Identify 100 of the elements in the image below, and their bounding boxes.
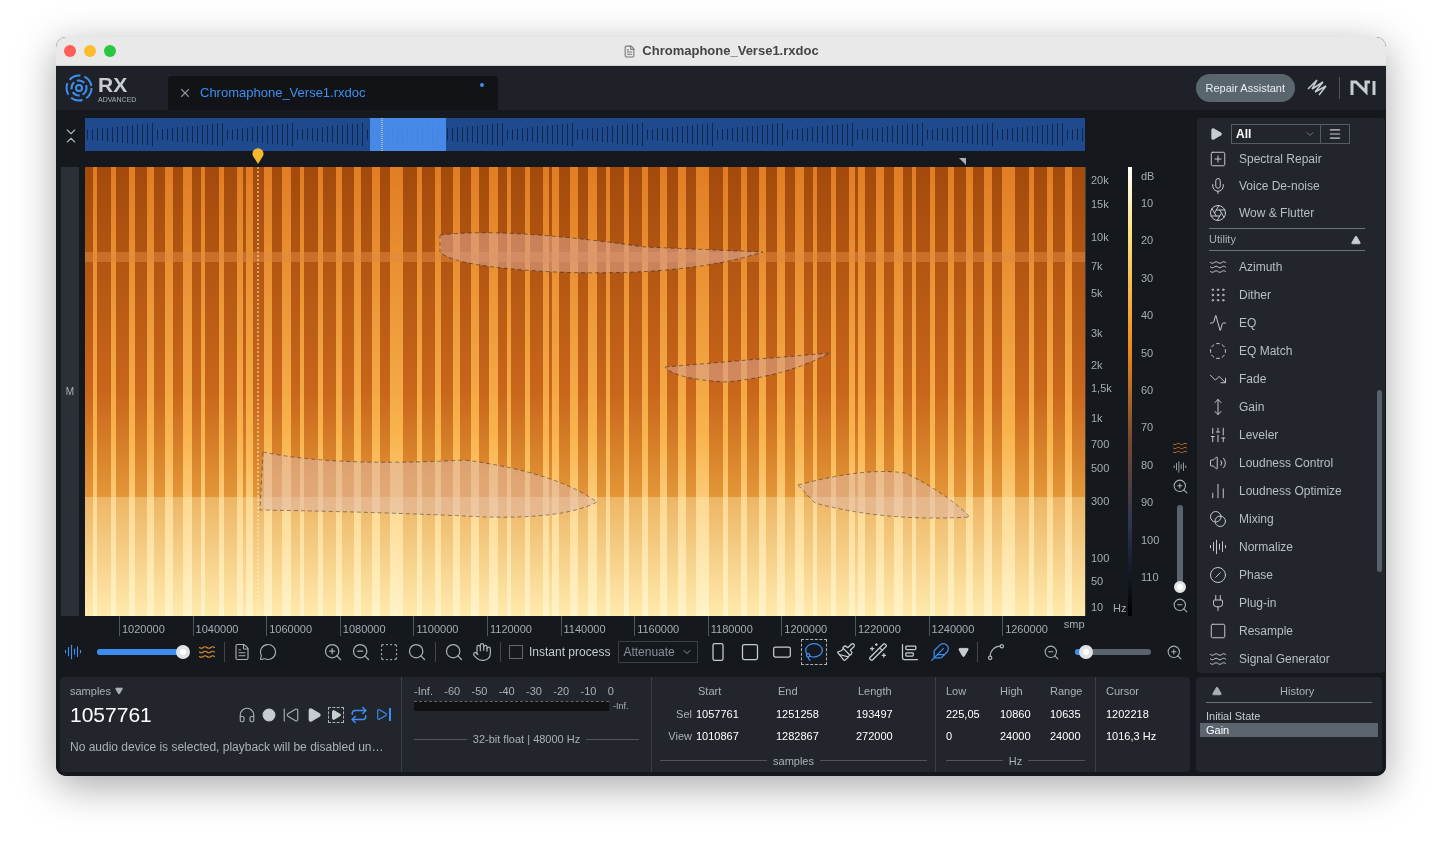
play-selection-button[interactable] xyxy=(328,706,344,723)
module-item[interactable]: Phase xyxy=(1209,561,1365,589)
zoom-selection-icon[interactable] xyxy=(379,642,399,662)
bars-icon xyxy=(1209,482,1227,500)
time-tick-label: 1040000 xyxy=(195,623,239,635)
scrollbar-thumb[interactable] xyxy=(1377,390,1382,572)
collapse-triangle-icon[interactable] xyxy=(1212,686,1222,697)
window-title: Chromaphone_Verse1.rxdoc xyxy=(642,42,819,61)
spectrogram-view-icon[interactable] xyxy=(1172,440,1188,456)
module-item[interactable]: Loudness Control xyxy=(1209,449,1365,477)
module-item[interactable]: Signal Generator xyxy=(1209,645,1365,673)
playhead-marker[interactable] xyxy=(252,148,264,164)
module-item[interactable]: Plug-in xyxy=(1209,589,1365,617)
frequency-tick-label: 500 xyxy=(1091,463,1110,474)
play-icon[interactable] xyxy=(1209,127,1223,141)
db-tick-label: 70 xyxy=(1141,422,1154,433)
module-item[interactable]: Mixing xyxy=(1209,505,1365,533)
mode-dropdown[interactable]: Attenuate xyxy=(618,641,699,663)
zoom-out-icon[interactable] xyxy=(351,642,371,662)
lasso-tool[interactable] xyxy=(802,640,827,664)
channel-label: M xyxy=(65,385,75,399)
column-header: Length xyxy=(857,684,893,699)
zoom-in-icon[interactable] xyxy=(323,642,343,662)
menu-button[interactable] xyxy=(1320,124,1350,144)
db-tick-label: 50 xyxy=(1141,348,1154,359)
history-item[interactable]: Gain xyxy=(1200,722,1378,737)
module-item[interactable]: Loudness Optimize xyxy=(1209,477,1365,505)
waveform-overview[interactable] xyxy=(85,118,1085,151)
zoom-out-icon[interactable] xyxy=(1171,597,1189,614)
history-item[interactable]: Initial State xyxy=(1200,708,1378,723)
status-message: No audio device is selected, playback will be disabled un… xyxy=(70,738,385,756)
document-tab[interactable]: Chromaphone_Verse1.rxdoc xyxy=(168,76,498,110)
waveform-icon[interactable] xyxy=(64,643,82,661)
utility-section-header[interactable]: Utility xyxy=(1209,228,1365,251)
play-button[interactable] xyxy=(306,706,322,723)
module-filter-dropdown[interactable]: All xyxy=(1231,124,1321,144)
unit-label: samples xyxy=(773,753,814,769)
headphones-icon[interactable] xyxy=(238,705,256,724)
microphone-icon xyxy=(1209,177,1227,195)
frequency-tick-label: 1k xyxy=(1091,413,1103,424)
brand-logo-icon[interactable] xyxy=(1350,80,1376,96)
dropdown-triangle-icon[interactable] xyxy=(958,646,970,658)
slashed-circle-icon xyxy=(1209,566,1227,584)
value-cell-text: 272000 xyxy=(856,729,894,744)
module-item[interactable]: Fade xyxy=(1209,365,1365,393)
collapse-triangle-icon[interactable] xyxy=(1351,234,1361,245)
skip-back-icon[interactable] xyxy=(282,705,300,724)
close-tab-icon[interactable] xyxy=(178,86,192,100)
waveform-view-icon[interactable] xyxy=(1173,460,1187,474)
time-tick-label: 1200000 xyxy=(784,623,828,635)
db-tick-label: 30 xyxy=(1141,273,1154,284)
loop-button[interactable] xyxy=(350,705,368,724)
peak-readout: -Inf. xyxy=(613,699,629,713)
repair-assistant-button[interactable]: Repair Assistant xyxy=(1195,74,1295,102)
time-tick-label: 1080000 xyxy=(342,623,386,635)
module-item[interactable]: EQ xyxy=(1209,309,1365,337)
zoom-in-icon[interactable] xyxy=(1171,478,1189,495)
play-range-button[interactable] xyxy=(374,708,391,721)
meter-tick-label: -30 xyxy=(526,684,542,699)
frequency-tick-label: 300 xyxy=(1091,496,1110,507)
module-item[interactable]: Wow & Flutter xyxy=(1209,199,1365,226)
db-tick-label: 80 xyxy=(1141,460,1154,471)
audio-lines-icon xyxy=(1209,538,1227,556)
module-item[interactable]: Gain xyxy=(1209,393,1365,421)
hand-icon[interactable] xyxy=(472,642,492,662)
meter-tick-label: -60 xyxy=(444,684,461,699)
db-tick-label: 90 xyxy=(1141,497,1154,508)
time-tick-label: 1060000 xyxy=(269,623,312,635)
spectrogram-icon[interactable] xyxy=(198,643,216,661)
module-item[interactable]: EQ Match xyxy=(1209,337,1365,365)
pulse-icon xyxy=(1209,314,1227,332)
time-format-dropdown[interactable]: samples xyxy=(70,683,391,700)
module-item[interactable]: Spectral Repair xyxy=(1209,146,1365,173)
speaker-icon xyxy=(1209,454,1227,472)
module-item[interactable]: Azimuth xyxy=(1209,253,1365,281)
module-item[interactable]: Normalize xyxy=(1209,533,1365,561)
module-item[interactable]: Leveler xyxy=(1209,421,1365,449)
value-cell-text: 10860 xyxy=(1000,706,1032,722)
zoom-out-icon[interactable] xyxy=(1043,643,1060,661)
zoom-fit-icon[interactable] xyxy=(407,642,427,662)
meter-tick-label: -10 xyxy=(580,684,597,699)
spectrogram-drawing[interactable] xyxy=(85,167,1085,616)
module-item[interactable]: Resample xyxy=(1209,617,1365,645)
search-icon[interactable] xyxy=(444,642,464,662)
db-tick-label: 40 xyxy=(1141,310,1154,321)
meter-tick-label: -40 xyxy=(498,684,515,699)
meter-tick-label: -Inf. xyxy=(414,684,433,699)
channel-strip[interactable]: M xyxy=(61,167,79,616)
module-item[interactable]: Dither xyxy=(1209,281,1365,309)
comment-icon[interactable] xyxy=(259,643,277,661)
record-button[interactable] xyxy=(262,707,276,722)
curve-icon[interactable] xyxy=(986,642,1007,662)
db-tick-label: 100 xyxy=(1141,535,1160,546)
zoom-in-icon[interactable] xyxy=(1166,643,1183,661)
db-unit: dB xyxy=(1141,171,1155,182)
module-item[interactable]: Voice De-noise xyxy=(1209,172,1365,200)
frequency-unit: Hz xyxy=(1113,603,1127,614)
file-info-icon[interactable] xyxy=(233,643,251,661)
instant-process-checkbox[interactable]: Instant process xyxy=(509,643,611,661)
feather-tool[interactable] xyxy=(930,642,951,662)
